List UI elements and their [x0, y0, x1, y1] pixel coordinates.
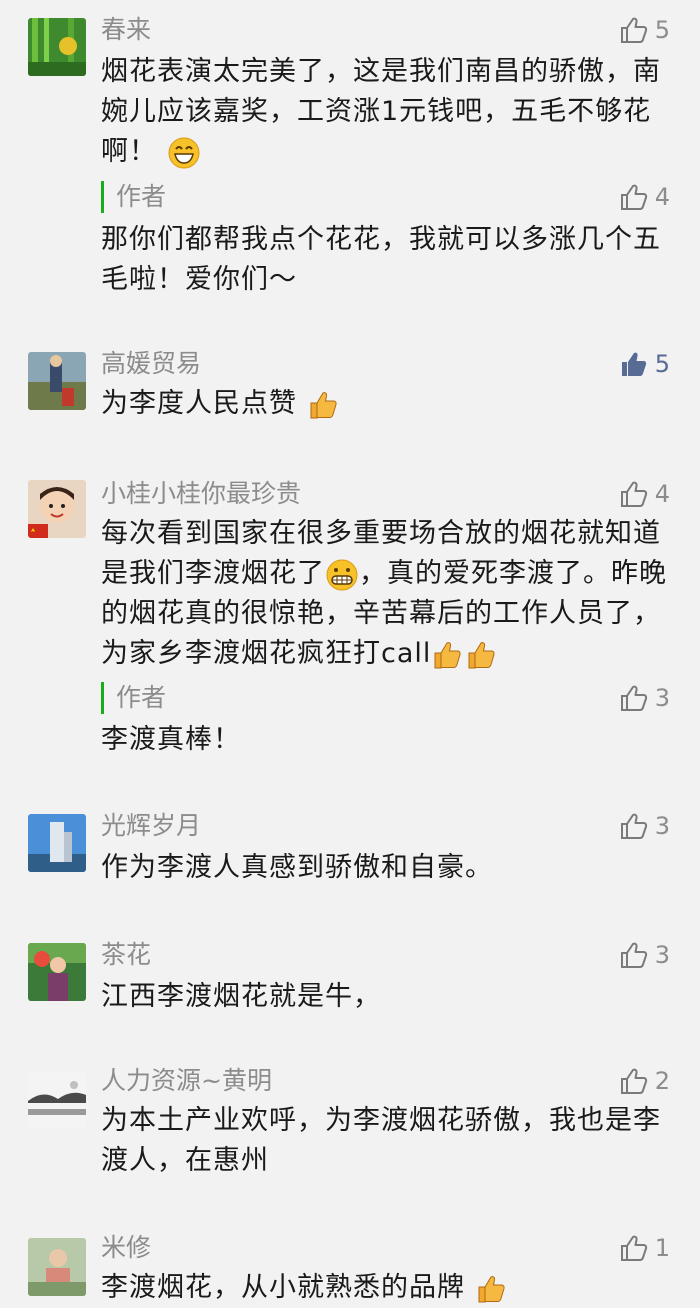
comment-text: 烟花表演太完美了，这是我们南昌的骄傲，南婉儿应该嘉奖，工资涨1元钱吧，五毛不够花…: [101, 52, 671, 172]
like-count: 1: [654, 1234, 670, 1262]
thumb-up-filled-icon: [619, 349, 649, 379]
like-count: 4: [654, 183, 670, 211]
comment-item: 高媛贸易 5 为李度人民点赞: [0, 340, 700, 440]
commenter-name[interactable]: 高媛贸易: [101, 348, 201, 380]
comment-item: 米修 1 李渡烟花，从小就熟悉的品牌: [0, 1232, 700, 1303]
commenter-name[interactable]: 光辉岁月: [101, 810, 201, 842]
reply-like-button[interactable]: 4: [619, 181, 670, 213]
author-reply-label: 作者: [101, 682, 166, 714]
reply-like-button[interactable]: 3: [619, 682, 670, 714]
comment-item: 人力资源~黄明 2 为本土产业欢呼，为李渡烟花骄傲，我也是李渡人，在惠州: [0, 1065, 700, 1205]
commenter-name[interactable]: 茶花: [101, 939, 151, 971]
like-button[interactable]: 3: [619, 939, 670, 971]
grin-emoji-icon: [167, 136, 201, 170]
like-count: 5: [654, 350, 670, 378]
commenter-name[interactable]: 米修: [101, 1232, 151, 1264]
avatar[interactable]: [28, 1071, 86, 1129]
thumb-up-icon: [619, 479, 649, 509]
thumbs-up-emoji-icon: [465, 638, 499, 672]
thumbs-up-emoji-icon: [307, 388, 341, 422]
thumbs-up-emoji-icon: [475, 1272, 509, 1306]
commenter-name[interactable]: 春来: [101, 14, 151, 46]
thumb-up-icon: [619, 811, 649, 841]
thumb-up-icon: [619, 1233, 649, 1263]
author-reply-label: 作者: [101, 181, 166, 213]
comment-text: 作为李渡人真感到骄傲和自豪。: [101, 852, 493, 883]
like-button[interactable]: 1: [619, 1232, 670, 1264]
comment-text: 为本土产业欢呼，为李渡烟花骄傲，我也是李渡人，在惠州: [101, 1105, 661, 1176]
thumbs-up-emoji-icon: [431, 638, 465, 672]
avatar[interactable]: [28, 814, 86, 872]
comment-text: 为李度人民点赞: [101, 384, 671, 424]
avatar[interactable]: [28, 480, 86, 538]
reply-text: 那你们都帮我点个花花，我就可以多涨几个五毛啦！爱你们～: [101, 224, 661, 295]
like-count: 3: [654, 812, 670, 840]
thumb-up-icon: [619, 683, 649, 713]
comment-item: 小桂小桂你最珍贵 4 每次看到国家在很多重要场合放的烟花就知道是我们李渡烟花了，…: [0, 470, 700, 770]
like-button[interactable]: 3: [619, 810, 670, 842]
avatar[interactable]: [28, 352, 86, 410]
comment-item: 光辉岁月 3 作为李渡人真感到骄傲和自豪。: [0, 808, 700, 908]
comment-text: 每次看到国家在很多重要场合放的烟花就知道是我们李渡烟花了 ，真的爱死李渡了。昨晚的…: [101, 514, 671, 674]
comment-text: 江西李渡烟花就是牛，: [101, 981, 381, 1012]
reply-text: 李渡真棒！: [101, 724, 241, 755]
like-count: 3: [654, 684, 670, 712]
like-count: 2: [654, 1067, 670, 1095]
thumb-up-icon: [619, 1066, 649, 1096]
grimace-emoji-icon: [325, 558, 359, 592]
comment-item: 茶花 3 江西李渡烟花就是牛，: [0, 937, 700, 1037]
like-button[interactable]: 4: [619, 478, 670, 510]
like-count: 3: [654, 941, 670, 969]
commenter-name[interactable]: 人力资源~黄明: [101, 1065, 272, 1097]
like-button[interactable]: 5: [619, 348, 670, 380]
comment-item: 春来 5 烟花表演太完美了，这是我们南昌的骄傲，南婉儿应该嘉奖，工资涨1元钱吧，…: [0, 0, 700, 300]
thumb-up-icon: [619, 182, 649, 212]
like-count: 4: [654, 480, 670, 508]
like-count: 5: [654, 16, 670, 44]
avatar[interactable]: [28, 18, 86, 76]
thumb-up-icon: [619, 940, 649, 970]
thumb-up-icon: [619, 15, 649, 45]
avatar[interactable]: [28, 943, 86, 1001]
commenter-name[interactable]: 小桂小桂你最珍贵: [101, 478, 301, 510]
like-button[interactable]: 2: [619, 1065, 670, 1097]
avatar[interactable]: [28, 1238, 86, 1296]
comment-text: 李渡烟花，从小就熟悉的品牌: [101, 1268, 671, 1308]
like-button[interactable]: 5: [619, 14, 670, 46]
